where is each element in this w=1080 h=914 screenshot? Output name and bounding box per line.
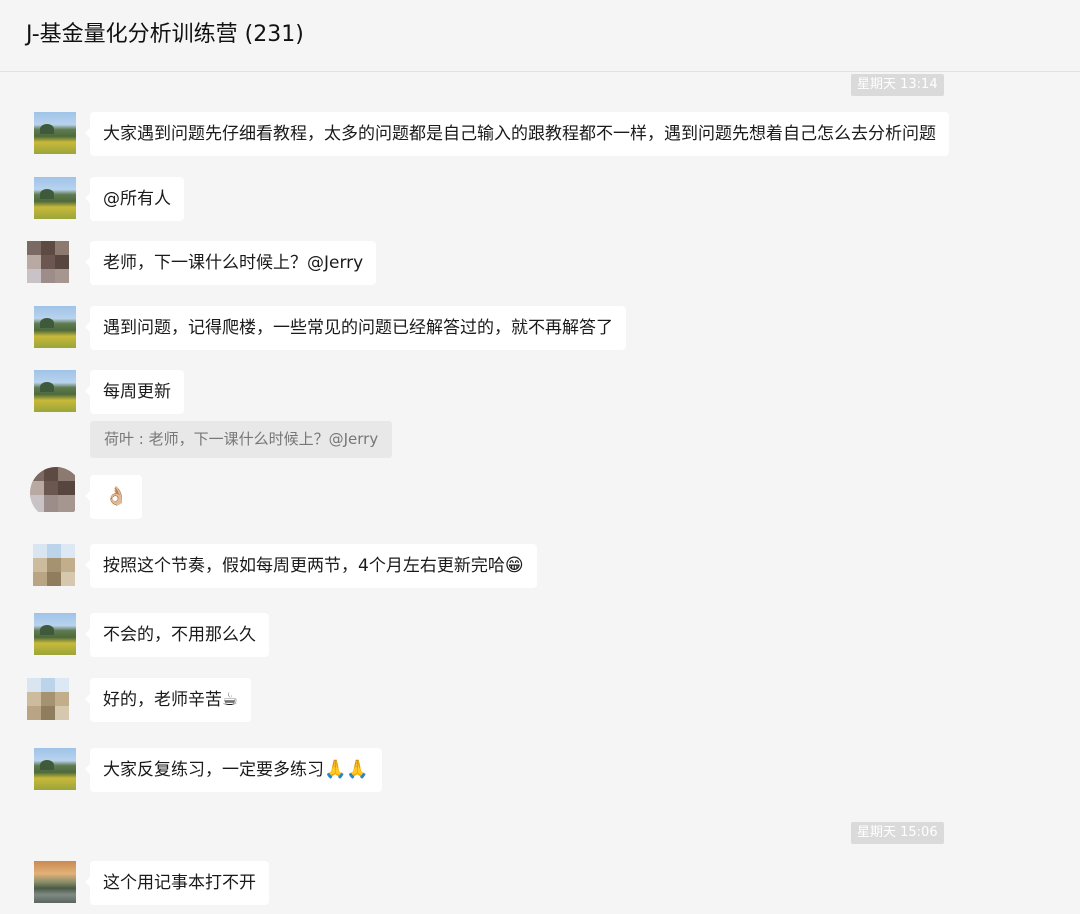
message-text: 这个用记事本打不开 (103, 873, 256, 893)
message-bubble[interactable]: 不会的，不用那么久 (85, 613, 269, 657)
message-bubble[interactable]: 这个用记事本打不开 (85, 861, 269, 905)
message-bubble[interactable]: 大家遇到问题先仔细看教程，太多的问题都是自己输入的跟教程都不一样，遇到问题先想着… (85, 112, 949, 156)
chat-header: J-基金量化分析训练营 (231) (0, 0, 1080, 72)
timestamp-separator: 星期天 15:06 (851, 822, 944, 844)
message-bubble[interactable]: 👌🏼 (84, 475, 143, 519)
message-text: @所有人 (103, 189, 171, 209)
message-bubble[interactable]: 好的，老师辛苦☕ (84, 678, 252, 722)
message-text: 大家遇到问题先仔细看教程，太多的问题都是自己输入的跟教程都不一样，遇到问题先想着… (103, 124, 936, 144)
message-text: 好的，老师辛苦 (103, 690, 222, 710)
avatar[interactable] (34, 306, 76, 348)
message-bubble[interactable]: 按照这个节奏，假如每周更两节，4个月左右更新完哈😁 (85, 544, 537, 588)
message-text: 按照这个节奏，假如每周更两节，4个月左右更新完哈 (103, 556, 505, 576)
ok-hand-emoji: 👌🏼 (105, 486, 128, 507)
avatar[interactable] (34, 861, 76, 903)
avatar[interactable] (34, 370, 76, 412)
avatar[interactable] (34, 112, 76, 154)
timestamp-separator: 星期天 13:14 (851, 74, 944, 96)
avatar[interactable] (34, 177, 76, 219)
coffee-emoji: ☕ (222, 689, 239, 710)
pray-emoji: 🙏🙏 (324, 759, 369, 780)
chat-title: J-基金量化分析训练营 (231) (26, 22, 304, 47)
message-text: 遇到问题，记得爬楼，一些常见的问题已经解答过的，就不再解答了 (103, 318, 613, 338)
quoted-message[interactable]: 荷叶 : 老师，下一课什么时候上？@Jerry (90, 421, 393, 458)
avatar[interactable] (27, 241, 69, 283)
message-bubble[interactable]: 遇到问题，记得爬楼，一些常见的问题已经解答过的，就不再解答了 (85, 306, 626, 350)
avatar[interactable] (30, 467, 82, 519)
message-text: 不会的，不用那么久 (103, 625, 256, 645)
message-text: 老师，下一课什么时候上？@Jerry (103, 253, 364, 273)
grin-emoji: 😁 (504, 555, 524, 576)
message-bubble[interactable]: @所有人 (85, 177, 184, 221)
message-bubble[interactable]: 老师，下一课什么时候上？@Jerry (84, 241, 377, 285)
message-text: 大家反复练习，一定要多练习 (103, 760, 324, 780)
avatar[interactable] (34, 613, 76, 655)
message-bubble[interactable]: 每周更新 (85, 370, 184, 414)
avatar[interactable] (27, 678, 69, 720)
message-text: 每周更新 (103, 382, 171, 402)
avatar[interactable] (34, 748, 76, 790)
avatar[interactable] (33, 544, 75, 586)
message-bubble[interactable]: 大家反复练习，一定要多练习🙏🙏 (85, 748, 382, 792)
